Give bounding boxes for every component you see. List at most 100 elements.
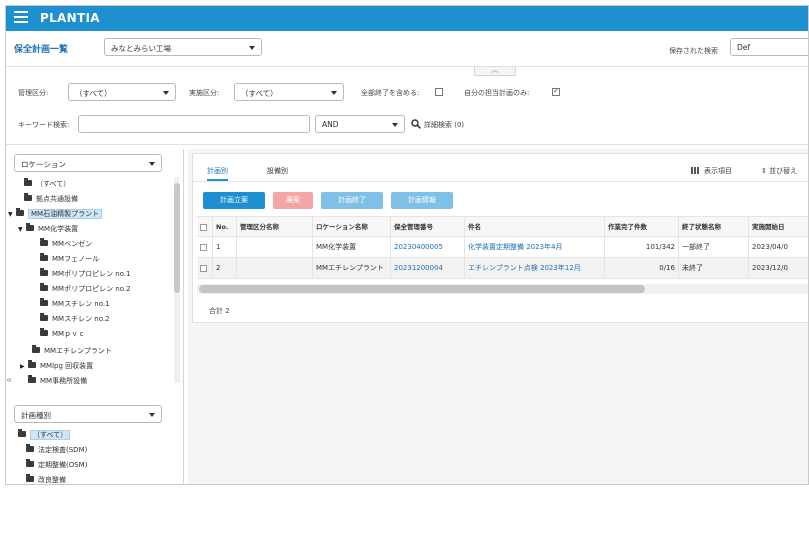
tree-scrollbar[interactable] bbox=[174, 177, 180, 383]
tree-item[interactable]: MMスチレン no.1 bbox=[40, 298, 110, 310]
sort-button[interactable]: ⇕ 並び替え bbox=[761, 166, 797, 176]
discard-plan-button[interactable]: 廃案 bbox=[273, 192, 313, 209]
finish-plan-button[interactable]: 計画終了 bbox=[321, 192, 383, 209]
plan-info-button[interactable]: 計画情報 bbox=[391, 192, 453, 209]
folder-icon bbox=[16, 208, 24, 216]
expand-arrow-icon[interactable]: ▶ bbox=[20, 361, 28, 372]
cell-status: 未終了 bbox=[679, 258, 749, 279]
row-checkbox[interactable] bbox=[200, 264, 207, 272]
search-icon[interactable] bbox=[411, 119, 421, 129]
create-plan-button[interactable]: 計画立案 bbox=[203, 192, 265, 209]
folder-icon bbox=[28, 360, 36, 368]
operator-select[interactable]: AND bbox=[315, 115, 405, 133]
expand-arrow-icon[interactable]: ▼ bbox=[8, 209, 16, 220]
tree-item[interactable]: （すべて） bbox=[16, 178, 70, 190]
plan-type-select[interactable]: 計画種別 bbox=[14, 405, 162, 423]
folder-icon bbox=[40, 313, 48, 321]
tree-item[interactable]: MM事務所設備 bbox=[28, 375, 87, 387]
plan-type-item[interactable]: 法定検査(SDM) bbox=[26, 444, 87, 456]
chevron-down-icon bbox=[331, 91, 337, 95]
row-checkbox[interactable] bbox=[200, 243, 207, 251]
table-row[interactable]: 2 MMエチレンプラント 20231200004 エチレンプラント点検 2023… bbox=[197, 258, 808, 279]
folder-icon bbox=[40, 238, 48, 246]
folder-icon bbox=[26, 223, 34, 231]
cell-subject-link[interactable]: エチレンプラント点検 2023年12月 bbox=[465, 258, 605, 279]
table-row[interactable]: 1 MM化学装置 20230400005 化学装置定期整備 2023年4月 10… bbox=[197, 237, 808, 258]
tab-by-equipment[interactable]: 設備別 bbox=[267, 166, 288, 176]
keyword-input[interactable] bbox=[78, 115, 310, 133]
app-title: PLANTIA bbox=[40, 11, 100, 25]
folder-icon bbox=[24, 178, 32, 186]
chevron-down-icon bbox=[149, 162, 155, 166]
mgmt-filter-label: 管理区分: bbox=[18, 89, 49, 97]
scrollbar-thumb[interactable] bbox=[174, 183, 180, 293]
plan-type-item[interactable]: 定期整備(OSM) bbox=[26, 459, 87, 471]
saved-search-select[interactable]: Def bbox=[730, 38, 808, 56]
column-header[interactable]: 作業完了件数 bbox=[605, 217, 679, 238]
hamburger-menu-icon[interactable] bbox=[14, 11, 28, 25]
cell-start: 2023/04/0 bbox=[752, 243, 788, 251]
table-horizontal-scrollbar[interactable] bbox=[197, 284, 808, 294]
column-header[interactable]: 件名 bbox=[465, 217, 605, 238]
include-done-checkbox[interactable] bbox=[435, 88, 443, 96]
folder-icon bbox=[28, 375, 36, 383]
table-header-row: No. 管理区分名称 ロケーション名称 保全管理番号 件名 作業完了件数 終了状… bbox=[197, 216, 808, 238]
column-header[interactable]: 保全管理番号 bbox=[391, 217, 465, 238]
select-all-checkbox[interactable] bbox=[200, 223, 207, 231]
cell-location: MMエチレンプラント bbox=[313, 258, 391, 279]
page-title: 保全計画一覧 bbox=[14, 45, 69, 55]
plan-list-card: 計画別 設備別 表示項目 ⇕ 並び替え 計画立案 廃案 計画終了 計画情報 No… bbox=[192, 153, 808, 323]
plan-type-select-value: 計画種別 bbox=[21, 411, 51, 420]
operator-value: AND bbox=[322, 120, 339, 129]
tree-item[interactable]: MMポリプロピレン no.2 bbox=[40, 283, 131, 295]
cell-number-link[interactable]: 20231200004 bbox=[391, 258, 465, 279]
left-panel: ロケーション （すべて） 拠点共通設備 ▼ MM石油精製プラント ▼ MM化学装置 … bbox=[6, 149, 184, 484]
divider bbox=[6, 66, 808, 67]
plan-type-item[interactable]: 改良整備 bbox=[26, 474, 66, 484]
tree-item[interactable]: ▼ MM化学装置 bbox=[18, 223, 78, 235]
folder-icon bbox=[18, 429, 26, 437]
plant-select-value: みなとみらい工場 bbox=[111, 44, 171, 53]
top-bar: PLANTIA bbox=[6, 6, 808, 31]
folder-icon bbox=[40, 268, 48, 276]
column-header[interactable]: 実施開始日 bbox=[749, 217, 808, 238]
keyword-label: キーワード検索: bbox=[18, 121, 70, 129]
mine-only-label: 自分の担当計画のみ: bbox=[464, 89, 530, 97]
display-items-button[interactable]: 表示項目 bbox=[691, 166, 732, 176]
scrollbar-thumb[interactable] bbox=[199, 285, 645, 293]
mine-only-checkbox[interactable] bbox=[552, 86, 560, 96]
plan-type-item-selected[interactable]: （すべて） bbox=[18, 429, 71, 441]
cell-number-link[interactable]: 20230400005 bbox=[391, 237, 465, 258]
column-header[interactable]: No. bbox=[213, 217, 237, 238]
include-done-label: 全部終了を含める: bbox=[361, 89, 420, 97]
mgmt-filter-select[interactable]: （すべて） bbox=[68, 83, 176, 101]
app-window: PLANTIA 保全計画一覧 みなとみらい工場 保存された検索 Def ︽ 管理… bbox=[5, 5, 809, 485]
advanced-search-link[interactable]: 詳細検索 (0) bbox=[424, 120, 464, 130]
tree-item[interactable]: MMベンゼン bbox=[40, 238, 92, 250]
tab-by-plan[interactable]: 計画別 bbox=[207, 166, 228, 181]
column-header[interactable]: ロケーション名称 bbox=[313, 217, 391, 238]
cell-done: 101/342 bbox=[605, 237, 679, 258]
tree-item[interactable]: ▶ MMlpg 回収装置 bbox=[20, 360, 93, 372]
column-header[interactable]: 終了状態名称 bbox=[679, 217, 749, 238]
location-select[interactable]: ロケーション bbox=[14, 154, 162, 172]
side-collapse-icon[interactable]: « bbox=[6, 375, 12, 386]
folder-icon bbox=[32, 345, 40, 353]
tree-item[interactable]: MMポリプロピレン no.1 bbox=[40, 268, 131, 280]
folder-icon bbox=[40, 328, 48, 336]
main-panel: 計画別 設備別 表示項目 ⇕ 並び替え 計画立案 廃案 計画終了 計画情報 No… bbox=[188, 149, 808, 484]
tree-item[interactable]: MMフェノール bbox=[40, 253, 99, 265]
tree-item[interactable]: 拠点共通設備 bbox=[16, 193, 78, 205]
folder-icon bbox=[26, 444, 34, 452]
exec-filter-select[interactable]: （すべて） bbox=[234, 83, 344, 101]
tree-item[interactable]: MMｐｖｃ bbox=[40, 328, 85, 340]
tree-item[interactable]: MMスチレン no.2 bbox=[40, 313, 110, 325]
tree-item-selected[interactable]: ▼ MM石油精製プラント bbox=[8, 208, 103, 220]
collapse-filters-toggle[interactable]: ︽ bbox=[474, 66, 516, 76]
tree-item[interactable]: MMエチレンプラント bbox=[32, 345, 112, 357]
plant-select[interactable]: みなとみらい工場 bbox=[104, 38, 262, 56]
cell-subject-link[interactable]: 化学装置定期整備 2023年4月 bbox=[465, 237, 605, 258]
column-header[interactable]: 管理区分名称 bbox=[237, 217, 313, 238]
expand-arrow-icon[interactable]: ▼ bbox=[18, 224, 26, 235]
divider bbox=[6, 144, 808, 145]
